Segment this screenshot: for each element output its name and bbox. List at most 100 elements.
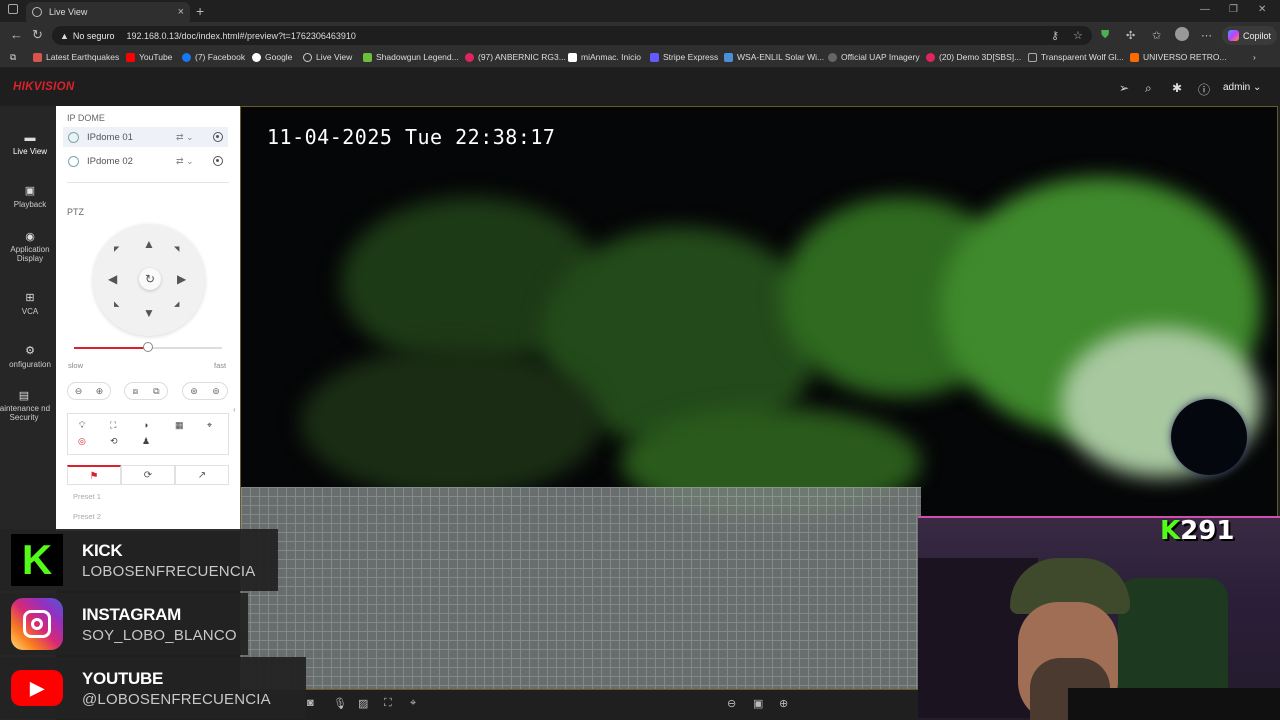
bookmarks-apps-icon[interactable]: ⧉ [10,52,16,63]
panel-collapse-icon[interactable]: ‹ [233,405,236,414]
iris-open-icon[interactable]: ⊚ [212,386,220,397]
bookmark-6[interactable]: (97) ANBERNIC RG3... [465,52,566,62]
speed-slider-thumb[interactable] [143,342,153,352]
youtube-icon: ▶ [11,662,63,714]
camera-row[interactable]: IPdome 02 ⇄ ⌄ [63,151,228,171]
instagram-title: INSTAGRAM [82,604,181,624]
youtube-icon [926,52,935,62]
tab-preset[interactable]: ⚑ [67,465,121,485]
star-icon[interactable]: ☆ [1073,29,1083,42]
ptz-up-right-icon[interactable]: ◥ [174,245,179,253]
camera-row[interactable]: IPdome 01 ⇄ ⌄ [63,127,228,147]
plugin-icon[interactable]: ✱ [1172,81,1182,95]
favorites-icon[interactable]: ✩ [1152,29,1161,42]
bookmark-5[interactable]: Shadowgun Legend... [363,52,459,62]
bookmark-3[interactable]: Google [252,52,292,62]
ptz-right-icon[interactable]: ▶ [177,272,186,286]
webcam-shirt [1068,688,1280,720]
zoom-out-icon[interactable]: ⊖ [75,386,83,397]
nav-vca[interactable]: ⊞ VCA [0,291,60,316]
r-logo-icon [568,52,577,62]
target-icon[interactable]: ⌖ [410,697,416,710]
bookmark-2[interactable]: (7) Facebook [182,52,245,62]
manual-tracking-icon[interactable]: ◎ [78,436,86,447]
nav-configuration[interactable]: ⚙ onfiguration [0,344,60,369]
bookmark-12[interactable]: Transparent Wolf Gl... [1028,52,1124,62]
iris-close-icon[interactable]: ⊛ [190,386,198,397]
nav-live-view[interactable]: ▬ Live View [0,132,60,156]
back-icon[interactable]: ← [10,27,23,42]
focus-far-icon[interactable]: ⧉ [153,386,159,397]
focus-near-icon[interactable]: ⧈ [132,386,138,397]
list-item[interactable]: Preset 1 [73,492,101,501]
focus-area-icon[interactable]: ⛶ [110,420,116,431]
previous-icon[interactable]: ⊖ [727,697,736,710]
menu-call-icon[interactable]: ♟ [142,436,150,447]
bookmark-0[interactable]: Latest Earthquakes [33,52,119,62]
bookmarks-overflow-icon[interactable]: › [1253,52,1256,62]
image-icon[interactable]: ▨ [358,697,368,710]
record-icon[interactable] [213,156,223,166]
tab-pattern[interactable]: ↗ [175,465,229,485]
info-icon[interactable]: ⓘ [1198,81,1210,98]
ptz-down-left-icon[interactable]: ◣ [114,300,119,308]
list-item[interactable]: Preset 2 [73,512,101,521]
profile-avatar[interactable] [1175,27,1189,41]
next-icon[interactable]: ⊕ [779,697,788,710]
window-close-icon[interactable]: ✕ [1258,4,1266,15]
webcam-overlay [918,516,1280,720]
light-icon[interactable]: 💡︎ [79,420,85,431]
instagram-icon [11,598,63,650]
stream-select-icon[interactable]: ⇄ ⌄ [176,132,194,143]
stream-select-icon[interactable]: ⇄ ⌄ [176,156,194,167]
ptz-down-icon[interactable]: ▼ [143,306,155,320]
camera-icon [68,155,79,167]
bookmark-7[interactable]: miAnmac. Inicio [568,52,641,62]
tab-patrol[interactable]: ⟳ [121,465,175,485]
bookmark-1[interactable]: YouTube [126,52,172,62]
shield-extension-icon[interactable]: ⛊ [1101,29,1109,42]
maximize-icon[interactable]: ❐ [1229,4,1238,15]
bookmark-8[interactable]: Stripe Express [650,52,718,62]
nav-maintenance[interactable]: ▤ laintenance nd Security [0,391,52,423]
search-icon[interactable]: ⌕ [1145,81,1152,96]
wiper-icon[interactable]: ◑ [143,420,148,430]
grid-icon[interactable]: ▦ [175,420,184,431]
bookmark-4[interactable]: Live View [303,52,352,62]
bookmark-11[interactable]: (20) Demo 3D[SBS]... [926,52,1021,62]
ptz-down-right-icon[interactable]: ◢ [174,300,179,308]
browser-tab-live-view[interactable]: Live View × [26,2,190,22]
tab-menu-icon[interactable] [8,4,18,14]
extensions-icon[interactable]: ✣ [1126,29,1135,42]
ptz-up-icon[interactable]: ▲ [143,237,155,251]
capture-icon[interactable]: ◙ [307,697,314,709]
microphone-icon[interactable]: 🎙︎ [333,697,347,710]
copilot-button[interactable]: Copilot [1222,26,1278,45]
nav-playback[interactable]: ▣ Playback [0,184,60,209]
username: admin [1223,82,1251,93]
ptz-auto-rotate-icon[interactable]: ↻ [139,268,161,290]
park-icon[interactable]: ⟲ [110,436,118,447]
ptz-left-icon[interactable]: ◀ [108,272,117,286]
zoom-in-icon[interactable]: ⊕ [96,386,104,397]
bookmark-9[interactable]: WSA-ENLIL Solar Wi... [724,52,824,62]
address-bar[interactable]: ▲ No seguro 192.168.0.13/doc/index.html#… [52,26,1092,45]
window-layout-icon[interactable]: ▣ [753,697,763,710]
bookmark-10[interactable]: Official UAP Imagery [828,52,920,62]
record-icon[interactable] [213,132,223,142]
more-menu-icon[interactable]: ⋯ [1201,29,1212,42]
tab-close-icon[interactable]: × [178,6,184,18]
key-icon[interactable]: ⚷ [1051,29,1059,42]
kick-counter-icon: K [1160,516,1181,546]
nav-application-display[interactable]: ◉ Application Display [0,232,60,264]
tracking-icon[interactable]: ⌖ [207,420,212,431]
facebook-icon [182,52,191,62]
ptz-up-left-icon[interactable]: ◤ [114,245,119,253]
new-tab-icon[interactable]: + [196,3,204,19]
reload-icon[interactable]: ↻ [32,27,43,43]
minimize-icon[interactable]: — [1200,4,1210,15]
send-icon[interactable]: ➢ [1119,81,1129,95]
user-menu[interactable]: admin ⌄ [1223,82,1261,93]
bookmark-13[interactable]: UNIVERSO RETRO... [1130,52,1227,62]
digital-zoom-icon[interactable]: ⛶ [384,697,392,710]
